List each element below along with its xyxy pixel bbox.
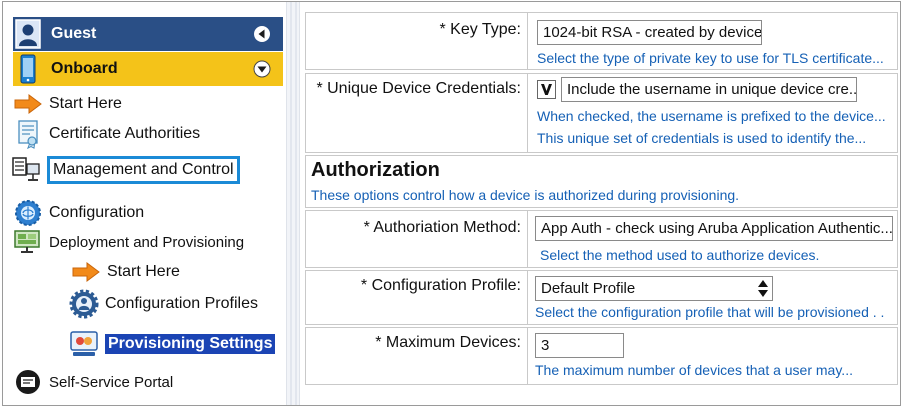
maximum-devices-row: * Maximum Devices: 3 The maximum number … [305, 327, 898, 385]
checkmark-icon [541, 84, 552, 95]
onboard-label: Onboard [51, 60, 118, 77]
key-type-hint: Select the type of private key to use fo… [537, 50, 884, 66]
gear-globe-icon [13, 199, 43, 227]
key-type-label: * Key Type: [306, 13, 528, 69]
configuration-profile-label: * Configuration Profile: [306, 271, 528, 324]
authorization-description: These options control how a device is au… [311, 187, 740, 203]
configuration-profile-value: Default Profile [541, 280, 636, 297]
maximum-devices-input[interactable]: 3 [535, 333, 624, 358]
key-type-value-cell: 1024-bit RSA - created by device Select … [529, 13, 897, 69]
sidebar-subitem-provisioning-settings[interactable]: Provisioning Settings [69, 330, 276, 358]
authorization-method-row: * Authoriation Method: App Auth - check … [305, 210, 898, 268]
authorization-title: Authorization [311, 159, 440, 181]
configuration-profile-select[interactable]: Default Profile [535, 276, 773, 301]
sidebar-item-label: Self-Service Portal [49, 373, 174, 391]
unique-credentials-hint-2: This unique set of credentials is used t… [537, 130, 867, 146]
sidebar-item-management-and-control[interactable]: Management and Control [11, 156, 240, 184]
sidebar-subitem-start-here[interactable]: Start Here [71, 258, 180, 286]
configuration-profile-row: * Configuration Profile: Default Profile… [305, 270, 898, 325]
portal-icon [13, 368, 43, 396]
sidebar-onboard-header[interactable]: Onboard [13, 52, 283, 86]
management-icon [11, 156, 41, 184]
guest-label: Guest [51, 25, 97, 42]
unique-credentials-row: * Unique Device Credentials: Include the… [305, 73, 898, 153]
deployment-monitor-icon [13, 228, 43, 256]
sidebar-item-label: Configuration Profiles [105, 295, 258, 312]
sidebar-item-label: Configuration [49, 204, 145, 221]
key-type-row: * Key Type: 1024-bit RSA - created by de… [305, 12, 898, 70]
sidebar-item-label: Management and Control [47, 156, 240, 184]
onboard-phone-icon [13, 52, 43, 86]
sidebar-item-certificate-authorities[interactable]: Certificate Authorities [13, 120, 201, 149]
arrow-right-icon [71, 258, 101, 286]
unique-credentials-text: Include the username in unique device cr… [561, 77, 857, 102]
app-window: Guest Onboard Start Here Certificate Aut… [2, 1, 901, 406]
provisioning-icon [69, 330, 99, 358]
key-type-select[interactable]: 1024-bit RSA - created by device [537, 20, 762, 45]
collapse-down-icon[interactable] [251, 58, 273, 80]
certificate-icon [13, 120, 43, 149]
authorization-method-select[interactable]: App Auth - check using Aruba Application… [535, 216, 893, 241]
unique-credentials-label: * Unique Device Credentials: [306, 74, 528, 152]
maximum-devices-label: * Maximum Devices: [306, 328, 528, 384]
authorization-method-label: * Authoriation Method: [306, 211, 528, 267]
sidebar-item-deployment-and-provisioning[interactable]: Deployment and Provisioning [13, 228, 244, 256]
maximum-devices-hint: The maximum number of devices that a use… [535, 362, 853, 378]
arrow-right-icon [13, 90, 43, 118]
sidebar-item-label: Deployment and Provisioning [49, 233, 245, 251]
gear-user-icon [69, 289, 99, 319]
authorization-method-value-cell: App Auth - check using Aruba Application… [529, 211, 897, 267]
provisioning-settings-form: * Key Type: 1024-bit RSA - created by de… [303, 2, 900, 405]
sidebar-item-label: Start Here [107, 263, 180, 280]
select-arrows-icon [758, 280, 768, 297]
sidebar-item-configuration[interactable]: Configuration [13, 199, 144, 227]
sidebar-splitter[interactable] [286, 2, 300, 405]
sidebar: Guest Onboard Start Here Certificate Aut… [3, 2, 285, 405]
authorization-method-hint: Select the method used to authorize devi… [540, 247, 820, 263]
unique-credentials-value-cell: Include the username in unique device cr… [529, 74, 897, 152]
configuration-profile-hint: Select the configuration profile that wi… [535, 304, 885, 320]
sidebar-guest-header[interactable]: Guest [13, 17, 283, 51]
sidebar-subitem-configuration-profiles[interactable]: Configuration Profiles [69, 289, 258, 319]
sidebar-item-start-here[interactable]: Start Here [13, 90, 122, 118]
maximum-devices-value-cell: 3 The maximum number of devices that a u… [529, 328, 897, 384]
authorization-section-header: Authorization These options control how … [305, 155, 898, 208]
guest-user-icon [13, 17, 43, 51]
sidebar-item-label: Certificate Authorities [49, 125, 201, 142]
sidebar-item-label: Provisioning Settings [105, 334, 276, 354]
unique-credentials-checkbox[interactable] [537, 80, 556, 99]
collapse-left-icon[interactable] [251, 23, 273, 45]
configuration-profile-value-cell: Default Profile Select the configuration… [529, 271, 897, 324]
sidebar-item-self-service-portal[interactable]: Self-Service Portal [13, 368, 173, 396]
sidebar-item-label: Start Here [49, 95, 122, 112]
unique-credentials-hint-1: When checked, the username is prefixed t… [537, 108, 886, 124]
